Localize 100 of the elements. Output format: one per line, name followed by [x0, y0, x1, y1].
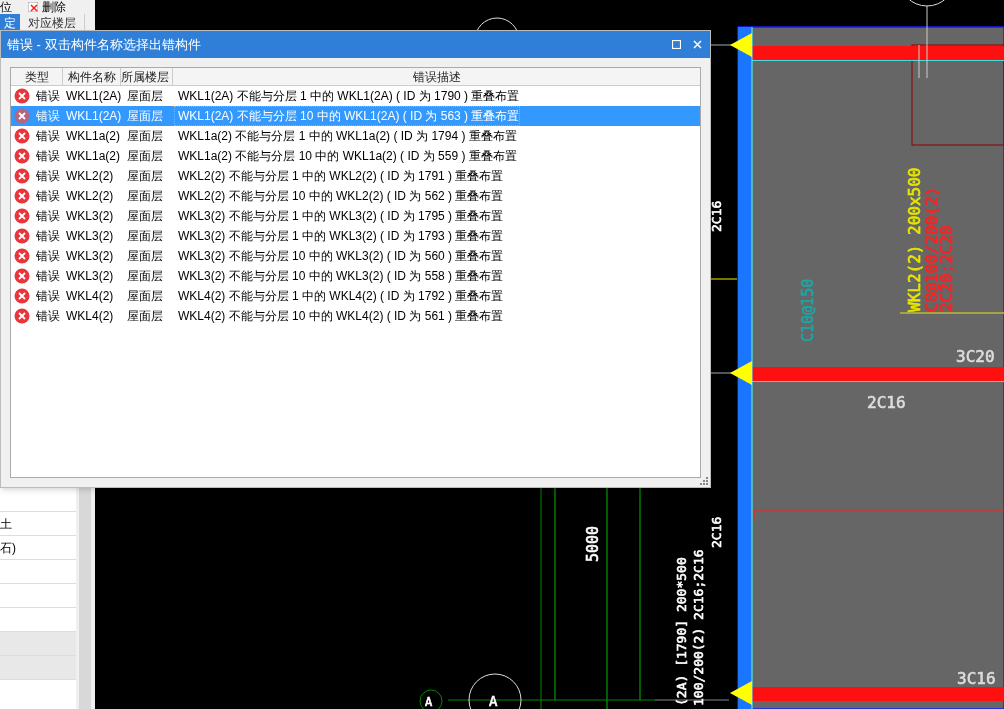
- floor-cell-text: 屋面层: [126, 228, 164, 245]
- type-cell-text: 错误: [36, 188, 60, 205]
- maximize-icon[interactable]: [672, 40, 681, 49]
- panel-row[interactable]: 土: [0, 512, 76, 536]
- cad-label: 3C20: [956, 347, 995, 366]
- floor-cell-text: 屋面层: [126, 128, 164, 145]
- resize-grip-icon[interactable]: [700, 477, 708, 485]
- column-header[interactable]: 类型: [11, 68, 63, 85]
- description-cell: WKL1(2A) 不能与分层 10 中的 WKL1(2A) ( ID 为 563 ) 重叠布置: [175, 107, 520, 125]
- column-header[interactable]: 构件名称: [63, 68, 121, 85]
- error-row[interactable]: 错误 WKL4(2) 屋面层 WKL4(2) 不能与分层 1 中的 WKL4(2) ( ID 为 1792 ) 重叠布置: [11, 286, 700, 306]
- axis-bubble: [468, 673, 522, 709]
- floor-cell-text: 屋面层: [126, 208, 164, 225]
- error-icon: [14, 108, 30, 124]
- description-cell-text: WKL1a(2) 不能与分层 1 中的 WKL1a(2) ( ID 为 1794 ) 重叠布置: [177, 128, 517, 145]
- error-row[interactable]: 错误 WKL2(2) 屋面层 WKL2(2) 不能与分层 10 中的 WKL2(2) ( ID 为 562 ) 重叠布置: [11, 186, 700, 206]
- cad-label: 3C16: [957, 669, 996, 688]
- delete-icon: [28, 2, 38, 12]
- type-cell-text: 错误: [36, 228, 60, 245]
- selection-arrow-icon[interactable]: [730, 681, 752, 705]
- window-title: 错误 - 双击构件名称选择出错构件: [7, 35, 202, 54]
- error-row[interactable]: 错误 WKL3(2) 屋面层 WKL3(2) 不能与分层 10 中的 WKL3(2) ( ID 为 560 ) 重叠布置: [11, 246, 700, 266]
- name-cell-text: WKL4(2): [65, 308, 115, 325]
- error-icon: [14, 208, 30, 224]
- column-header[interactable]: 所属楼层: [121, 68, 173, 85]
- error-row[interactable]: 错误 WKL1(2A) 屋面层 WKL1(2A) 不能与分层 1 中的 WKL1(2A) ( ID 为 1790 ) 重叠布置: [11, 86, 700, 106]
- name-cell-text: WKL1a(2): [65, 148, 122, 165]
- error-row[interactable]: 错误 WKL1a(2) 屋面层 WKL1a(2) 不能与分层 1 中的 WKL1a(2) ( ID 为 1794 ) 重叠布置: [11, 126, 700, 146]
- error-row[interactable]: 错误 WKL3(2) 屋面层 WKL3(2) 不能与分层 1 中的 WKL3(2) ( ID 为 1795 ) 重叠布置: [11, 206, 700, 226]
- cad-label: (2A) [1790] 200*500: [674, 557, 689, 706]
- error-row[interactable]: 错误 WKL3(2) 屋面层 WKL3(2) 不能与分层 10 中的 WKL3(2) ( ID 为 558 ) 重叠布置: [11, 266, 700, 286]
- cad-label: 5000: [584, 525, 602, 562]
- description-cell-text: WKL3(2) 不能与分层 1 中的 WKL3(2) ( ID 为 1795 ) 重叠布置: [177, 208, 504, 225]
- error-icon: [14, 268, 30, 284]
- type-cell-text: 错误: [36, 208, 60, 225]
- cad-label: WKL2(2) 200x500: [905, 167, 924, 312]
- name-cell-text: WKL3(2): [65, 228, 115, 245]
- description-cell-text: WKL3(2) 不能与分层 10 中的 WKL3(2) ( ID 为 558 ) 重叠布置: [177, 268, 504, 285]
- type-cell-text: 错误: [36, 168, 60, 185]
- name-cell-text: WKL4(2): [65, 288, 115, 305]
- error-icon: [14, 228, 30, 244]
- type-cell-text: 错误: [36, 308, 60, 325]
- description-cell-text: WKL2(2) 不能与分层 1 中的 WKL2(2) ( ID 为 1791 ) 重叠布置: [177, 168, 504, 185]
- type-cell-text: 错误: [36, 128, 60, 145]
- panel-row[interactable]: 石): [0, 536, 76, 560]
- error-icon: [14, 88, 30, 104]
- selection-arrow-icon[interactable]: [730, 361, 752, 385]
- column-header[interactable]: 错误描述: [173, 68, 700, 85]
- opening-outline[interactable]: [911, 44, 1004, 146]
- description-cell-text: WKL1(2A) 不能与分层 1 中的 WKL1(2A) ( ID 为 1790 ) 重叠布置: [177, 88, 520, 105]
- cad-label: 2C16: [867, 393, 906, 412]
- error-row[interactable]: 错误 WKL1a(2) 屋面层 WKL1a(2) 不能与分层 10 中的 WKL1a(2) ( ID 为 559 ) 重叠布置: [11, 146, 700, 166]
- name-cell-text: WKL1(2A): [65, 88, 123, 105]
- error-icon: [14, 188, 30, 204]
- error-row[interactable]: 错误 WKL2(2) 屋面层 WKL2(2) 不能与分层 1 中的 WKL2(2) ( ID 为 1791 ) 重叠布置: [11, 166, 700, 186]
- floor-cell-text: 屋面层: [126, 168, 164, 185]
- name-cell-text: WKL3(2): [65, 268, 115, 285]
- error-row[interactable]: 错误 WKL3(2) 屋面层 WKL3(2) 不能与分层 1 中的 WKL3(2) ( ID 为 1793 ) 重叠布置: [11, 226, 700, 246]
- cad-label: A: [489, 693, 498, 709]
- error-icon: [14, 148, 30, 164]
- description-cell-text: WKL1a(2) 不能与分层 10 中的 WKL1a(2) ( ID 为 559 ) 重叠布置: [177, 148, 517, 165]
- name-cell-text: WKL1a(2): [65, 128, 122, 145]
- floor-cell-text: 屋面层: [126, 248, 164, 265]
- floor-cell-text: 屋面层: [126, 308, 164, 325]
- description-cell-text: WKL3(2) 不能与分层 1 中的 WKL3(2) ( ID 为 1793 ) 重叠布置: [177, 228, 504, 245]
- type-cell-text: 错误: [36, 88, 60, 105]
- type-cell-text: 错误: [36, 268, 60, 285]
- description-cell-text: WKL4(2) 不能与分层 10 中的 WKL4(2) ( ID 为 561 ) 重叠布置: [177, 308, 504, 325]
- cad-label: C8@100/200(2): [922, 186, 941, 312]
- floor-cell-text: 屋面层: [126, 108, 164, 125]
- cad-label: 2C16: [709, 516, 724, 548]
- error-row[interactable]: 错误 WKL4(2) 屋面层 WKL4(2) 不能与分层 10 中的 WKL4(2) ( ID 为 561 ) 重叠布置: [11, 306, 700, 326]
- error-icon: [14, 128, 30, 144]
- description-cell-text: WKL3(2) 不能与分层 10 中的 WKL3(2) ( ID 为 560 ) 重叠布置: [177, 248, 504, 265]
- name-cell-text: WKL3(2): [65, 208, 115, 225]
- close-icon[interactable]: [693, 40, 702, 49]
- cad-label: 2C16: [709, 200, 724, 232]
- error-icon: [14, 168, 30, 184]
- type-cell-text: 错误: [36, 288, 60, 305]
- selection-arrow-icon[interactable]: [730, 33, 752, 57]
- toolbar-button[interactable]: 位: [0, 0, 12, 16]
- floor-cell-text: 屋面层: [126, 88, 164, 105]
- cad-label: 100/200(2) 2C16;2C16: [691, 549, 706, 706]
- name-cell-text: WKL3(2): [65, 248, 115, 265]
- cad-label: A: [425, 695, 433, 709]
- type-cell-text: 错误: [36, 108, 60, 125]
- description-cell-text: WKL4(2) 不能与分层 1 中的 WKL4(2) ( ID 为 1792 ) 重叠布置: [177, 288, 504, 305]
- description-cell-text: WKL2(2) 不能与分层 10 中的 WKL2(2) ( ID 为 562 ) 重叠布置: [177, 188, 504, 205]
- name-cell-text: WKL2(2): [65, 168, 115, 185]
- name-cell-text: WKL1(2A): [65, 108, 123, 125]
- delete-button[interactable]: 删除: [28, 0, 66, 16]
- selected-beam[interactable]: [738, 26, 753, 709]
- type-cell-text: 错误: [36, 248, 60, 265]
- error-icon: [14, 308, 30, 324]
- name-cell-text: WKL2(2): [65, 188, 115, 205]
- cad-label: C10@150: [799, 278, 817, 342]
- floor-cell-text: 屋面层: [126, 288, 164, 305]
- error-icon: [14, 288, 30, 304]
- floor-cell-text: 屋面层: [126, 268, 164, 285]
- error-icon: [14, 248, 30, 264]
